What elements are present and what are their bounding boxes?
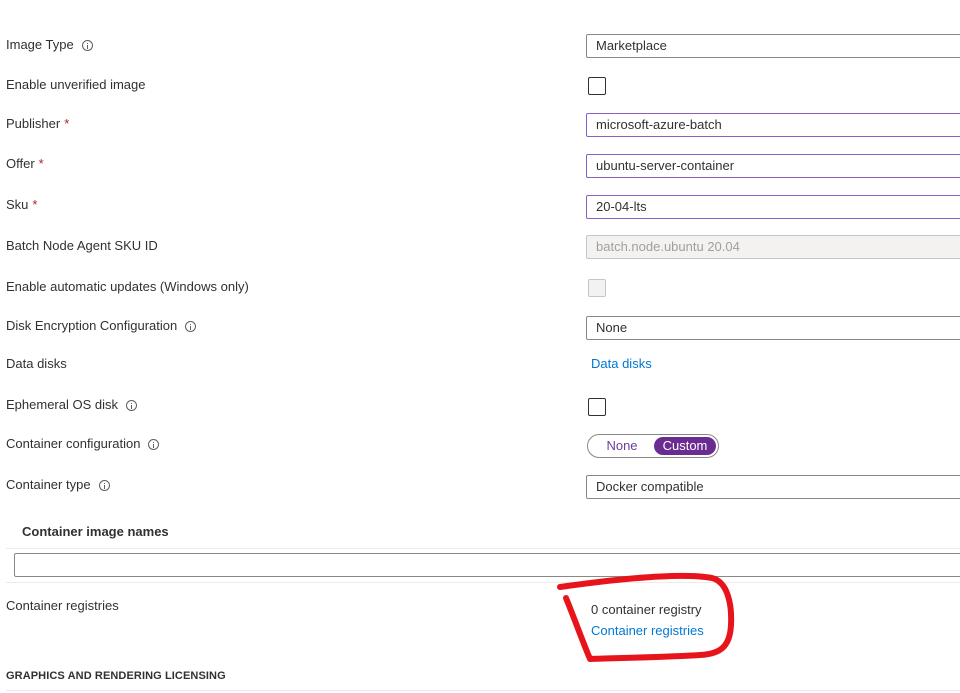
container-registry-count: 0 container registry [591,602,702,617]
container-type-dropdown[interactable]: Docker compatible [586,475,960,499]
divider [6,548,960,549]
container-image-name-input[interactable] [14,553,960,577]
toggle-option-none[interactable]: None [594,437,650,455]
info-icon[interactable] [98,479,110,491]
sku-label: Sku * [6,197,38,212]
container-config-toggle: None Custom [587,434,719,458]
publisher-dropdown[interactable]: microsoft-azure-batch [586,113,960,137]
divider [6,582,960,583]
image-type-dropdown[interactable]: Marketplace [586,34,960,58]
offer-dropdown[interactable]: ubuntu-server-container [586,154,960,178]
data-disks-label: Data disks [6,356,67,371]
ephemeral-os-checkbox[interactable] [588,398,606,416]
container-registries-label: Container registries [6,598,119,613]
ephemeral-os-label: Ephemeral OS disk [6,397,137,413]
container-type-label: Container type [6,477,110,493]
disk-encryption-label: Disk Encryption Configuration [6,318,197,334]
divider [6,690,960,691]
sku-dropdown[interactable]: 20-04-lts [586,195,960,219]
annotation-stroke [557,572,735,662]
container-image-names-header: Container image names [22,524,169,539]
info-icon[interactable] [81,39,93,51]
info-icon[interactable] [126,399,137,411]
container-config-label: Container configuration [6,436,160,452]
required-marker: * [32,197,38,212]
offer-label: Offer * [6,156,44,171]
unverified-image-label: Enable unverified image [6,77,146,92]
toggle-option-custom[interactable]: Custom [654,437,716,455]
disk-encryption-dropdown[interactable]: None [586,316,960,340]
auto-updates-checkbox [588,279,606,297]
info-icon[interactable] [185,320,197,332]
node-agent-sku-field: batch.node.ubuntu 20.04 [586,235,960,259]
required-marker: * [64,116,70,131]
info-icon[interactable] [148,438,160,450]
node-agent-sku-label: Batch Node Agent SKU ID [6,238,158,253]
pool-settings-form: Image Type Marketplace Enable unverified… [0,0,960,693]
required-marker: * [38,156,44,171]
data-disks-link[interactable]: Data disks [591,356,652,371]
image-type-label: Image Type [6,37,93,53]
auto-updates-label: Enable automatic updates (Windows only) [6,279,249,294]
publisher-label: Publisher * [6,116,70,131]
container-registries-link[interactable]: Container registries [591,623,704,638]
graphics-licensing-header: GRAPHICS AND RENDERING LICENSING [6,670,226,682]
unverified-image-checkbox[interactable] [588,77,606,95]
red-annotation-circle [557,572,735,662]
